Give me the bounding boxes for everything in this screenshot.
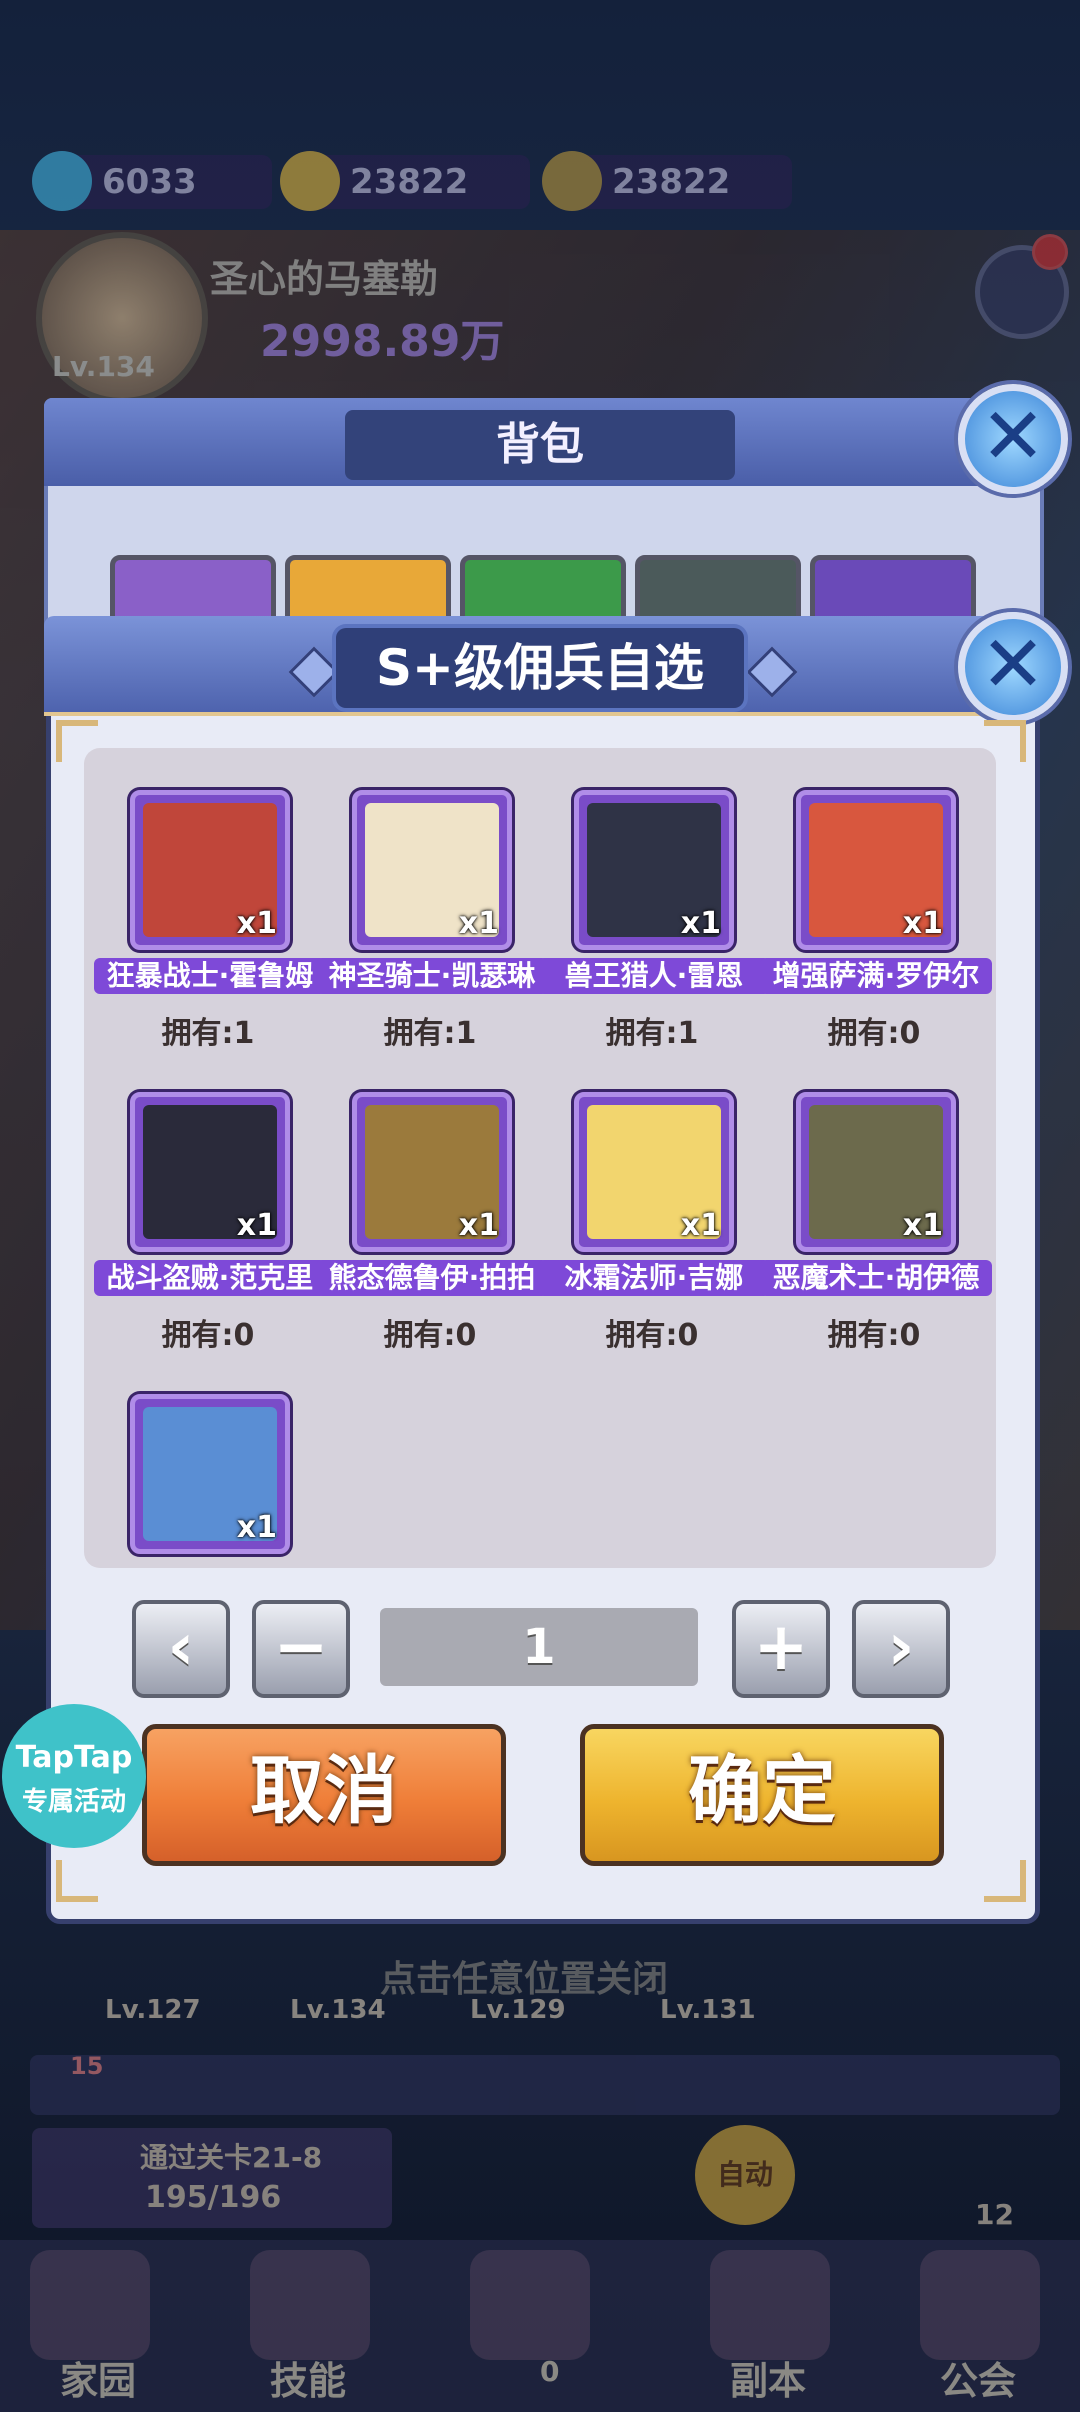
mercenary-name: 战斗盗贼·范克里 xyxy=(94,1260,326,1296)
diamond-counter[interactable]: 6033 xyxy=(32,151,272,211)
gold-coin-icon xyxy=(280,151,340,211)
chat-count: 15 xyxy=(70,2052,104,2080)
taptap-event-label: 专属活动 xyxy=(21,1787,126,1817)
mercenary-name: 狂暴战士·霍鲁姆 xyxy=(94,958,326,994)
bag-title: 背包 xyxy=(496,419,584,470)
stage-label: 通过关卡21-8 xyxy=(140,2141,323,2174)
mercenary-card[interactable]: x1 xyxy=(130,790,290,950)
mercenary-qty: x1 xyxy=(236,1510,277,1545)
taptap-event-button[interactable]: TapTap 专属活动 xyxy=(2,1704,146,1848)
cancel-button[interactable]: 取消 xyxy=(142,1724,506,1866)
auto-button[interactable]: 自动 xyxy=(695,2125,795,2225)
taptap-logo-text: TapTap xyxy=(15,1740,133,1775)
first-button[interactable]: ‹ xyxy=(132,1600,230,1698)
unit-level: Lv.131 xyxy=(660,1995,756,2025)
skill-icon[interactable] xyxy=(250,2250,370,2360)
mercenary-name: 熊态德鲁伊·拍拍 xyxy=(316,1260,548,1296)
mercenary-owned: 拥有:0 xyxy=(605,1318,699,1353)
mercenary-qty: x1 xyxy=(902,906,943,941)
mercenary-owned: 拥有:0 xyxy=(383,1318,477,1353)
bag-close-button[interactable]: ✕ xyxy=(958,384,1068,494)
gold-value: 23822 xyxy=(350,162,469,202)
mercenary-qty: x1 xyxy=(458,906,499,941)
dialog-title: S+级佣兵自选 xyxy=(376,639,704,697)
confirm-button[interactable]: 确定 xyxy=(580,1724,944,1866)
diamond-value: 6033 xyxy=(102,162,197,202)
increment-button[interactable]: + xyxy=(732,1600,830,1698)
mercenary-name: 冰霜法师·吉娜 xyxy=(538,1260,770,1296)
nav-dungeon-label: 副本 xyxy=(730,2359,807,2403)
frame-corner xyxy=(56,1860,98,1902)
unit-level: Lv.127 xyxy=(105,1995,201,2025)
guild-icon[interactable] xyxy=(920,2250,1040,2360)
mercenary-qty: x1 xyxy=(680,1208,721,1243)
diamond-icon xyxy=(32,151,92,211)
mercenary-name: 恶魔术士·胡伊德 xyxy=(760,1260,992,1296)
mercenary-card[interactable]: x1 xyxy=(574,790,734,950)
dungeon-icon[interactable] xyxy=(710,2250,830,2360)
dialog-close-button[interactable]: ✕ xyxy=(958,612,1068,722)
home-icon[interactable] xyxy=(30,2250,150,2360)
nav-battle-count: 0 xyxy=(540,2355,560,2388)
level-count: 12 xyxy=(975,2198,1014,2231)
mercenary-qty: x1 xyxy=(458,1208,499,1243)
gold-counter[interactable]: 23822 xyxy=(280,151,530,211)
gold-counter-secondary[interactable]: 23822 xyxy=(542,151,792,211)
stage-progress: 195/196 xyxy=(145,2180,282,2215)
mercenary-owned: 拥有:1 xyxy=(161,1016,255,1051)
mercenary-owned: 拥有:0 xyxy=(827,1318,921,1353)
nav-guild-label: 公会 xyxy=(940,2359,1017,2403)
mercenary-card[interactable]: x1 xyxy=(796,790,956,950)
frame-corner xyxy=(984,1860,1026,1902)
mercenary-qty: x1 xyxy=(902,1208,943,1243)
mercenary-card[interactable]: x1 xyxy=(574,1092,734,1252)
mercenary-card[interactable]: x1 xyxy=(796,1092,956,1252)
mercenary-name: 兽王猎人·雷恩 xyxy=(538,958,770,994)
gold-coin-icon xyxy=(542,151,602,211)
mercenary-owned: 拥有:1 xyxy=(383,1016,477,1051)
close-hint[interactable]: 点击任意位置关闭 xyxy=(380,1950,668,2002)
mercenary-qty: x1 xyxy=(680,906,721,941)
last-button[interactable]: › xyxy=(852,1600,950,1698)
mercenary-card[interactable]: x1 xyxy=(352,790,512,950)
notification-dot xyxy=(1032,234,1068,270)
mercenary-card[interactable]: x1 xyxy=(130,1394,290,1554)
battle-icon[interactable] xyxy=(470,2250,590,2360)
mercenary-owned: 拥有:0 xyxy=(161,1318,255,1353)
mercenary-qty: x1 xyxy=(236,1208,277,1243)
player-power: 2998.89万 xyxy=(260,316,505,367)
mercenary-owned: 拥有:0 xyxy=(827,1016,921,1051)
player-level: Lv.134 xyxy=(52,350,155,383)
unit-level: Lv.134 xyxy=(290,1995,386,2025)
mercenary-card[interactable]: x1 xyxy=(352,1092,512,1252)
mercenary-name: 增强萨满·罗伊尔 xyxy=(760,958,992,994)
quantity-field[interactable]: 1 xyxy=(380,1608,698,1686)
mercenary-qty: x1 xyxy=(236,906,277,941)
chat-bar[interactable] xyxy=(30,2055,1060,2115)
mercenary-name: 神圣骑士·凯瑟琳 xyxy=(316,958,548,994)
mercenary-owned: 拥有:1 xyxy=(605,1016,699,1051)
player-name: 圣心的马塞勒 xyxy=(210,257,439,301)
decrement-button[interactable]: − xyxy=(252,1600,350,1698)
nav-skill-label: 技能 xyxy=(270,2359,347,2403)
nav-home-label: 家园 xyxy=(60,2359,137,2403)
gold-value-secondary: 23822 xyxy=(612,162,731,202)
mercenary-card[interactable]: x1 xyxy=(130,1092,290,1252)
